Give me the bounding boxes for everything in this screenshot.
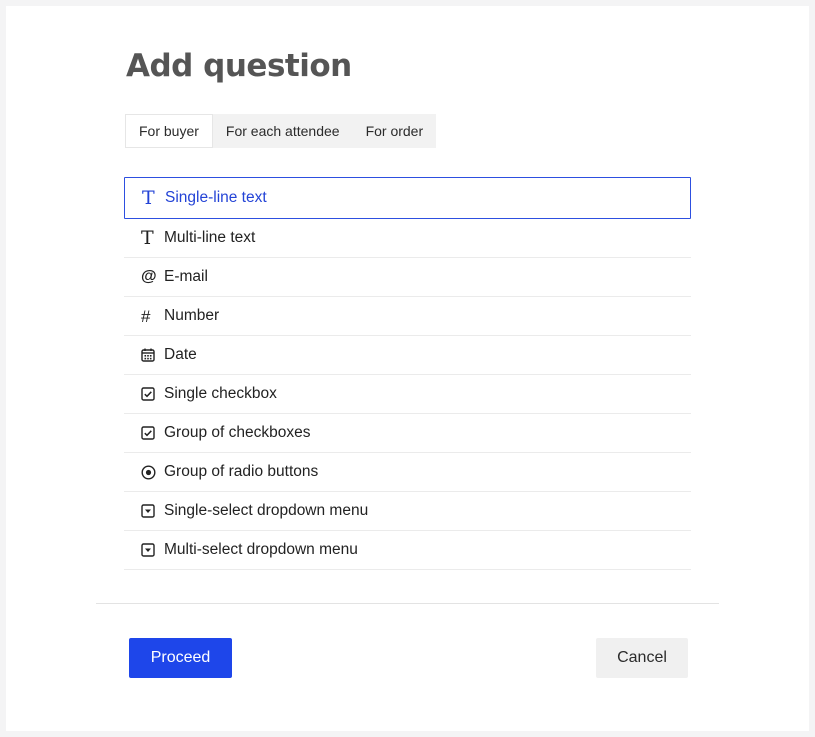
question-type-label: E-mail bbox=[164, 268, 208, 285]
question-type-email[interactable]: @ E-mail bbox=[124, 258, 691, 297]
calendar-icon bbox=[141, 348, 159, 362]
question-type-label: Single checkbox bbox=[164, 385, 277, 402]
question-type-date[interactable]: Date bbox=[124, 336, 691, 375]
question-type-group-of-radio-buttons[interactable]: Group of radio buttons bbox=[124, 453, 691, 492]
tab-for-each-attendee[interactable]: For each attendee bbox=[213, 114, 353, 148]
question-type-multi-line-text[interactable]: T Multi-line text bbox=[124, 219, 691, 258]
checkbox-icon bbox=[141, 387, 159, 401]
question-type-label: Group of checkboxes bbox=[164, 424, 311, 441]
question-type-label: Number bbox=[164, 307, 220, 324]
question-type-label: Group of radio buttons bbox=[164, 463, 319, 480]
checkbox-icon bbox=[141, 426, 159, 440]
tab-for-order[interactable]: For order bbox=[353, 114, 437, 148]
question-type-list: T Single-line text T Multi-line text @ E… bbox=[124, 177, 691, 570]
text-icon: T bbox=[142, 186, 155, 209]
radio-icon bbox=[141, 464, 159, 480]
add-question-dialog: Add question For buyer For each attendee… bbox=[6, 6, 809, 731]
at-icon: @ bbox=[141, 268, 157, 285]
proceed-button[interactable]: Proceed bbox=[129, 638, 232, 678]
footer-divider bbox=[96, 603, 719, 604]
dialog-title: Add question bbox=[126, 48, 352, 84]
hash-icon: # bbox=[141, 306, 151, 326]
dropdown-icon bbox=[141, 543, 159, 557]
question-type-single-line-text[interactable]: T Single-line text bbox=[124, 177, 691, 219]
question-type-number[interactable]: # Number bbox=[124, 297, 691, 336]
cancel-button[interactable]: Cancel bbox=[596, 638, 688, 678]
question-type-label: Single-line text bbox=[165, 189, 267, 206]
question-type-group-of-checkboxes[interactable]: Group of checkboxes bbox=[124, 414, 691, 453]
question-type-multi-select-dropdown[interactable]: Multi-select dropdown menu bbox=[124, 531, 691, 570]
question-type-single-checkbox[interactable]: Single checkbox bbox=[124, 375, 691, 414]
tab-for-buyer[interactable]: For buyer bbox=[125, 114, 213, 148]
question-type-label: Date bbox=[164, 346, 197, 363]
audience-tabs: For buyer For each attendee For order bbox=[125, 114, 437, 148]
dropdown-icon bbox=[141, 504, 159, 518]
text-icon: T bbox=[141, 226, 154, 249]
question-type-label: Multi-line text bbox=[164, 229, 256, 246]
question-type-label: Multi-select dropdown menu bbox=[164, 541, 358, 558]
question-type-label: Single-select dropdown menu bbox=[164, 502, 369, 519]
question-type-single-select-dropdown[interactable]: Single-select dropdown menu bbox=[124, 492, 691, 531]
